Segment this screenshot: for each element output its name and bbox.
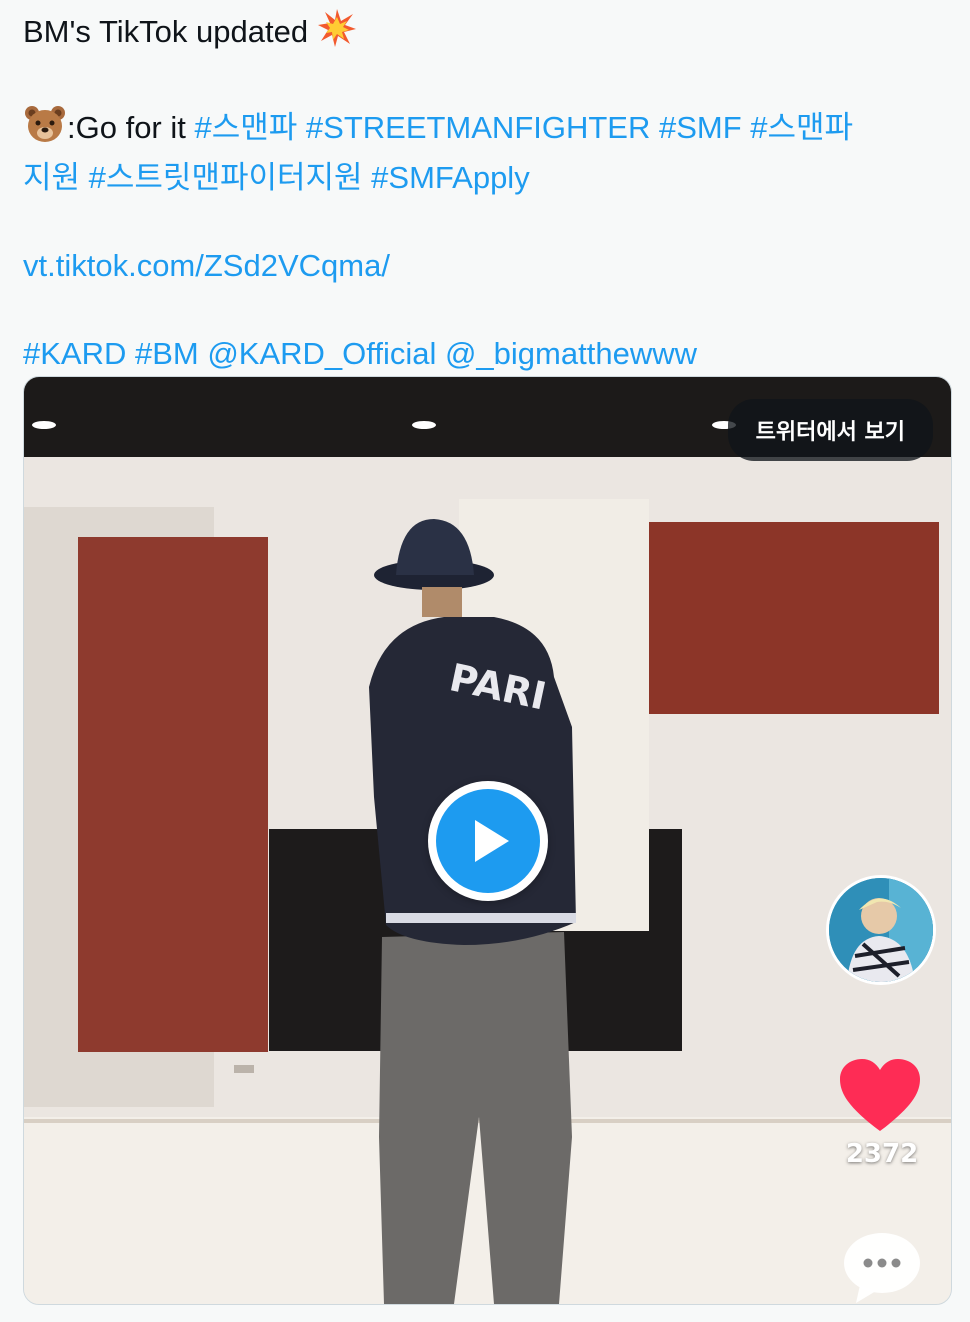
heart-icon[interactable] bbox=[838, 1057, 922, 1138]
tweet-text: BM's TikTok updated :Go for it #스맨파 #STR… bbox=[23, 8, 953, 376]
tweet-title-line: BM's TikTok updated bbox=[23, 8, 953, 60]
tweet-text-go-for-it: :Go for it bbox=[67, 110, 195, 145]
tiktok-link-line: vt.tiktok.com/ZSd2VCqma/ bbox=[23, 244, 953, 288]
tweet-line-3: 지원 #스트릿맨파이터지원 #SMFApply bbox=[23, 156, 953, 200]
tiktok-link[interactable]: vt.tiktok.com/ZSd2VCqma/ bbox=[23, 248, 390, 283]
play-icon bbox=[436, 789, 540, 893]
tweet-line-2: :Go for it #스맨파 #STREETMANFIGHTER #SMF #… bbox=[23, 104, 953, 156]
view-on-twitter-button[interactable]: 트위터에서 보기 bbox=[727, 399, 933, 461]
tweet-title: BM's TikTok updated bbox=[23, 14, 309, 49]
hashtag-links[interactable]: #스맨파 #STREETMANFIGHTER #SMF #스맨파 bbox=[194, 110, 853, 145]
mention-links[interactable]: #KARD #BM @KARD_Official @_bigmatthewww bbox=[23, 336, 697, 371]
play-button[interactable] bbox=[428, 781, 548, 901]
bear-face-icon bbox=[23, 104, 67, 156]
avatar[interactable] bbox=[826, 875, 936, 985]
mentions-line: #KARD #BM @KARD_Official @_bigmatthewww bbox=[23, 332, 953, 376]
collision-icon bbox=[317, 8, 357, 60]
like-count: 2372 bbox=[845, 1139, 919, 1169]
video-player[interactable]: PARI 트위터에서 보기 2372 bbox=[23, 376, 952, 1305]
hashtag-links-2[interactable]: 지원 #스트릿맨파이터지원 #SMFApply bbox=[23, 160, 530, 195]
comment-icon[interactable] bbox=[840, 1229, 924, 1304]
